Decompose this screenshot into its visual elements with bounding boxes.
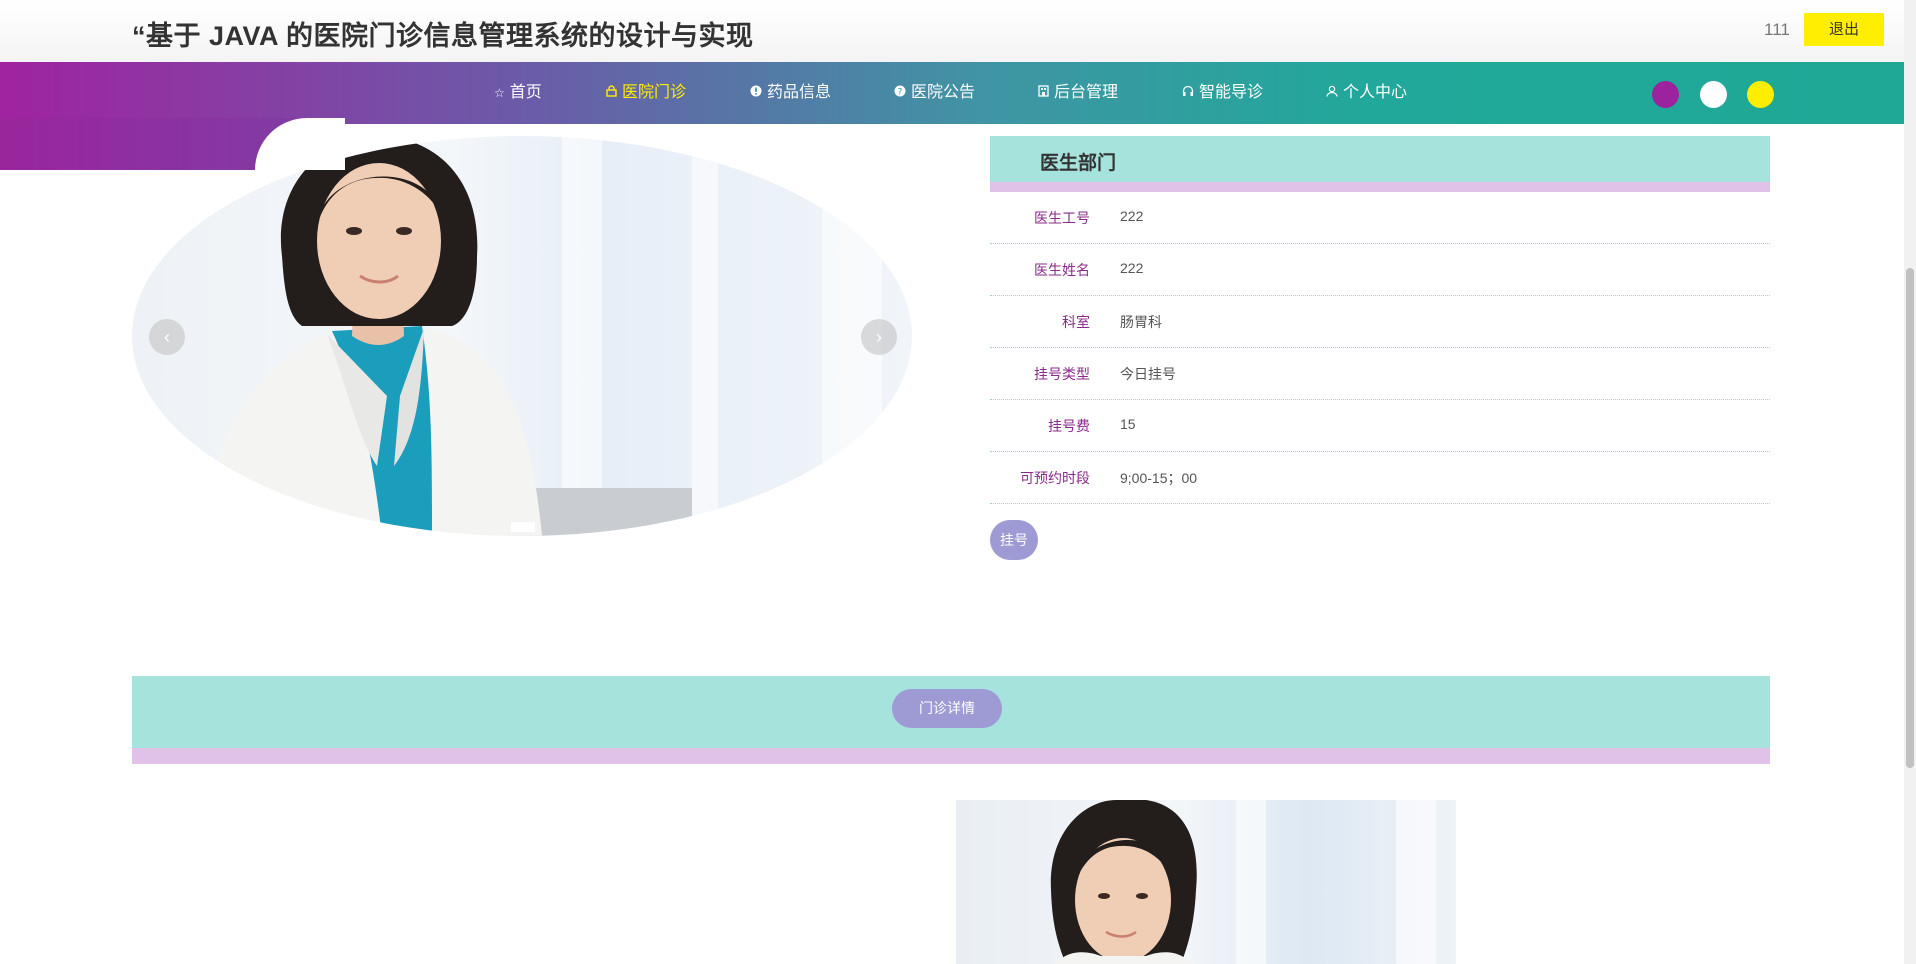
logout-button[interactable]: 退出	[1804, 13, 1884, 46]
doctor-carousel	[132, 136, 912, 536]
theme-white-button[interactable]	[1700, 81, 1727, 108]
nav-menu: ☆ 首页 医院门诊 药品信息 ? 医院公告 后台管理 智能导诊 个人中心	[0, 62, 1904, 124]
top-header: “基于 JAVA 的医院门诊信息管理系统的设计与实现 111 退出	[0, 0, 1904, 63]
username[interactable]: 111	[1764, 20, 1790, 40]
nav-item-medicine[interactable]: 药品信息	[750, 62, 831, 124]
detail-doctor-image	[956, 800, 1456, 964]
carousel-prev-arrow[interactable]: ‹	[149, 319, 185, 355]
info-value: 今日挂号	[1120, 366, 1176, 382]
info-row-department: 科室 肠胃科	[990, 296, 1770, 348]
svg-text:?: ?	[898, 88, 903, 98]
panel-header: 医生部门	[990, 136, 1770, 192]
theme-purple-button[interactable]	[1652, 81, 1679, 108]
info-icon	[750, 62, 762, 124]
info-value: 15	[1120, 416, 1136, 432]
site-title: “基于 JAVA 的医院门诊信息管理系统的设计与实现	[132, 21, 754, 51]
info-row-available-slots: 可预约时段 9;00-15；00	[990, 452, 1770, 504]
info-value: 222	[1120, 208, 1144, 224]
nav-item-profile[interactable]: 个人中心	[1326, 62, 1407, 124]
carousel-next-arrow[interactable]: ›	[861, 319, 897, 355]
panel-title: 医生部门	[1040, 153, 1117, 174]
nav-item-label: 首页	[509, 84, 542, 101]
info-value: 222	[1120, 260, 1144, 276]
nav-item-clinic[interactable]: 医院门诊	[606, 62, 686, 124]
user-icon	[1326, 62, 1338, 124]
info-label: 医生工号	[1034, 210, 1090, 226]
info-label: 医生姓名	[1034, 262, 1090, 278]
nav-item-home[interactable]: ☆ 首页	[494, 62, 542, 124]
building-icon	[1038, 62, 1049, 124]
nav-item-label: 医院门诊	[622, 84, 687, 101]
info-label: 挂号类型	[1034, 366, 1090, 382]
scrollbar-thumb[interactable]	[1906, 268, 1914, 768]
info-row-doctor-name: 医生姓名 222	[990, 244, 1770, 296]
nav-item-notice[interactable]: ? 医院公告	[894, 62, 975, 124]
doctor-portrait-image	[1050, 800, 1436, 964]
info-row-registration-type: 挂号类型 今日挂号	[990, 348, 1770, 400]
info-row-registration-fee: 挂号费 15	[990, 400, 1770, 452]
info-label: 科室	[1062, 314, 1090, 330]
nav-item-label: 个人中心	[1343, 84, 1408, 101]
carousel-indicator[interactable]	[511, 522, 535, 532]
nav-item-admin[interactable]: 后台管理	[1038, 62, 1118, 124]
nav-item-label: 医院公告	[911, 84, 976, 101]
theme-yellow-button[interactable]	[1747, 81, 1774, 108]
nav-item-label: 后台管理	[1054, 84, 1119, 101]
nav-item-label: 药品信息	[767, 84, 832, 101]
info-label: 挂号费	[1048, 418, 1090, 434]
headset-icon	[1182, 62, 1194, 124]
info-value: 肠胃科	[1120, 314, 1162, 330]
register-button[interactable]: 挂号	[990, 520, 1038, 560]
question-icon: ?	[894, 62, 906, 124]
clinic-details-button[interactable]: 门诊详情	[892, 689, 1002, 728]
nav-item-label: 智能导诊	[1199, 84, 1264, 101]
lock-icon	[606, 62, 617, 124]
info-label: 可预约时段	[1020, 470, 1090, 486]
star-icon: ☆	[494, 86, 505, 100]
nav-item-guide[interactable]: 智能导诊	[1182, 62, 1263, 124]
doctor-portrait-image	[202, 136, 692, 536]
info-row-doctor-id: 医生工号 222	[990, 192, 1770, 244]
info-value: 9;00-15；00	[1120, 470, 1198, 486]
